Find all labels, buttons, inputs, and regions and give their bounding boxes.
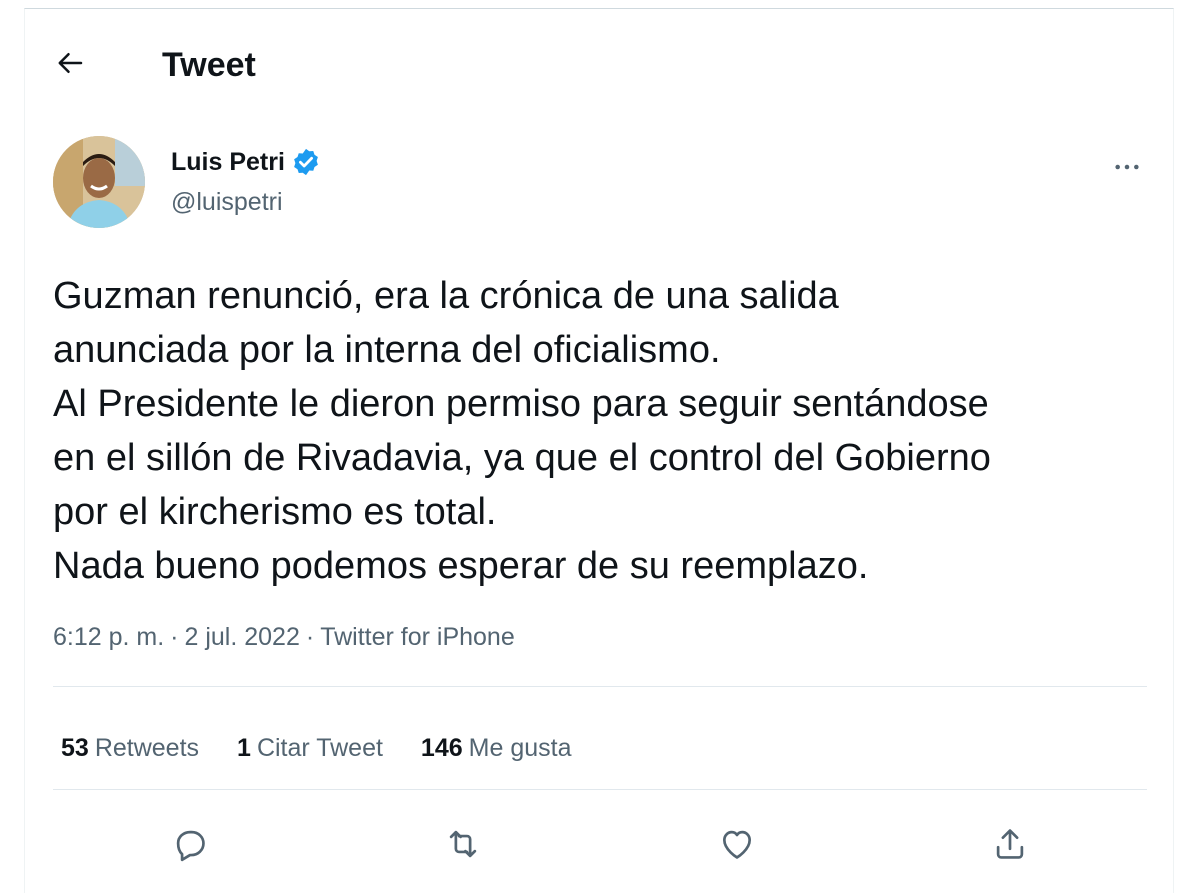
retweets-label: Retweets bbox=[94, 734, 200, 762]
reply-button[interactable] bbox=[165, 819, 215, 869]
divider bbox=[53, 789, 1147, 790]
tweet-source[interactable]: Twitter for iPhone bbox=[320, 623, 515, 651]
likes-stat[interactable]: 146 Me gusta bbox=[421, 731, 572, 765]
retweets-stat[interactable]: 53 Retweets bbox=[61, 731, 199, 765]
share-button[interactable] bbox=[985, 819, 1035, 869]
back-button[interactable] bbox=[47, 39, 95, 87]
retweet-icon bbox=[450, 830, 477, 858]
tweet-time[interactable]: 6:12 p. m. bbox=[53, 623, 164, 651]
tweet-line: por el kircherismo es total. bbox=[53, 491, 497, 533]
meta-separator: · bbox=[305, 623, 315, 651]
likes-count: 146 bbox=[420, 734, 463, 762]
tweet-line: Nada bueno podemos esperar de su reempla… bbox=[53, 545, 869, 587]
avatar[interactable] bbox=[53, 136, 145, 228]
heart-icon bbox=[722, 830, 751, 859]
tweet-line: en el sillón de Rivadavia, ya que el con… bbox=[53, 437, 991, 479]
tweet-actions bbox=[53, 809, 1147, 879]
share-icon bbox=[997, 829, 1024, 859]
tweet-metadata: 6:12 p. m. · 2 jul. 2022 · Twitter for iPhon… bbox=[53, 621, 515, 653]
avatar-photo bbox=[53, 136, 145, 228]
tweet-line: Guzman renunció, era la crónica de una s… bbox=[53, 275, 839, 317]
divider bbox=[53, 686, 1147, 687]
retweets-count: 53 bbox=[61, 734, 89, 762]
tweet-page: Tweet Luis Petri @luispetri Guzman renun… bbox=[24, 8, 1174, 893]
author-handle[interactable]: @luispetri bbox=[171, 187, 283, 217]
quotes-count: 1 bbox=[237, 734, 251, 762]
arrow-left-icon bbox=[58, 53, 83, 73]
retweet-button[interactable] bbox=[438, 819, 488, 869]
verified-badge-icon bbox=[294, 148, 318, 176]
likes-label: Me gusta bbox=[468, 734, 572, 762]
engagement-stats: 53 Retweets 1 Citar Tweet 146 Me gusta bbox=[61, 731, 571, 765]
more-options-button[interactable] bbox=[1105, 145, 1149, 189]
page-title: Tweet bbox=[162, 46, 256, 84]
tweet-date[interactable]: 2 jul. 2022 bbox=[185, 623, 300, 651]
like-button[interactable] bbox=[712, 819, 762, 869]
author-name-text: Luis Petri bbox=[171, 148, 285, 176]
reply-icon bbox=[176, 830, 205, 862]
page-header: Tweet bbox=[25, 9, 1173, 119]
meta-separator: · bbox=[170, 623, 179, 651]
quotes-stat[interactable]: 1 Citar Tweet bbox=[237, 731, 383, 765]
tweet-line: anunciada por la interna del oficialismo… bbox=[53, 329, 721, 371]
more-horizontal-icon bbox=[1115, 164, 1139, 170]
tweet-text: Guzman renunció, era la crónica de una s… bbox=[53, 269, 1163, 593]
quotes-label: Citar Tweet bbox=[256, 734, 383, 762]
author-name[interactable]: Luis Petri bbox=[171, 147, 321, 177]
tweet-line: Al Presidente le dieron permiso para seg… bbox=[53, 383, 989, 425]
